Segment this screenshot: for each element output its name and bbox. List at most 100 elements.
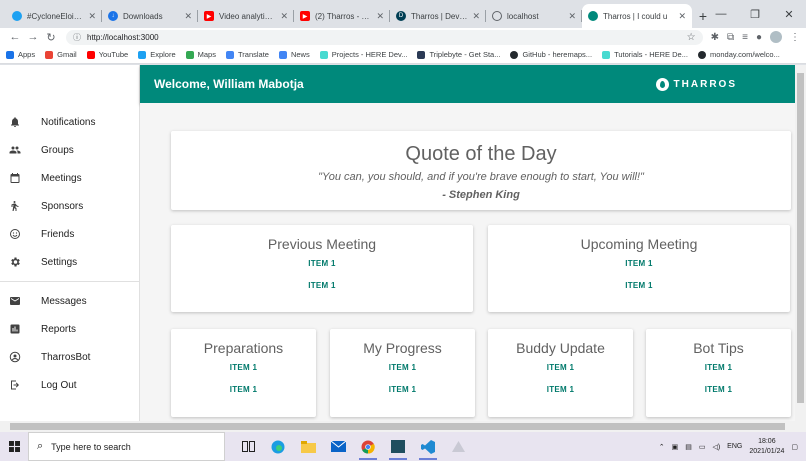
horizontal-scrollbar[interactable] <box>0 421 806 432</box>
browser-tab-active[interactable]: Tharros | I could u ✕ <box>582 4 692 28</box>
close-tab-icon[interactable]: ✕ <box>88 11 96 22</box>
close-tab-icon[interactable]: ✕ <box>568 11 576 22</box>
bookmark-item[interactable]: Apps <box>6 50 35 59</box>
star-icon[interactable]: ☆ <box>687 32 696 43</box>
card-item[interactable]: ITEM 1 <box>171 363 316 372</box>
card-item[interactable]: ITEM 1 <box>646 385 791 394</box>
sidebar-item-logout[interactable]: Log Out <box>0 371 139 399</box>
card-title: Preparations <box>203 340 284 356</box>
browser-tab[interactable]: #CycloneEloise - T✕ <box>6 4 102 28</box>
search-icon: ⌕ <box>37 440 44 452</box>
volume-icon[interactable]: ◁) <box>712 443 720 451</box>
youtube-icon: ▶ <box>300 11 310 21</box>
close-tab-icon[interactable]: ✕ <box>280 11 288 22</box>
bookmark-item[interactable]: GitHub - heremaps... <box>510 50 592 59</box>
card-item[interactable]: ITEM 1 <box>488 281 790 290</box>
mail-icon <box>9 295 21 307</box>
profile-avatar[interactable] <box>770 31 782 43</box>
back-icon[interactable]: ← <box>6 31 24 43</box>
bookmark-item[interactable]: News <box>278 50 310 59</box>
bookmark-item[interactable]: Gmail <box>45 50 77 59</box>
close-tab-icon[interactable]: ✕ <box>184 11 192 22</box>
taskbar-search[interactable]: ⌕ Type here to search <box>28 432 225 461</box>
sidebar-item-notifications[interactable]: Notifications <box>0 108 139 136</box>
card-item[interactable]: ITEM 1 <box>488 259 790 268</box>
close-tab-icon[interactable]: ✕ <box>376 11 384 22</box>
close-window-icon[interactable]: ✕ <box>772 0 806 28</box>
welcome-message: Welcome, William Mabotja <box>154 77 304 91</box>
card-item[interactable]: ITEM 1 <box>330 385 475 394</box>
twitter-icon <box>12 11 22 21</box>
info-icon[interactable]: ⓘ <box>73 32 81 43</box>
windows-start-icon[interactable] <box>0 432 28 461</box>
mail-icon[interactable] <box>323 432 353 461</box>
devpost-icon: D <box>396 11 406 21</box>
language-indicator[interactable]: ENG <box>727 443 742 450</box>
vscode-icon[interactable] <box>413 432 443 461</box>
sidebar-item-meetings[interactable]: Meetings <box>0 164 139 192</box>
card-item[interactable]: ITEM 1 <box>171 259 473 268</box>
card-item[interactable]: ITEM 1 <box>330 363 475 372</box>
minimize-icon[interactable]: — <box>704 0 738 28</box>
extensions-icon[interactable]: ✱ <box>711 32 719 43</box>
sidebar-item-reports[interactable]: Reports <box>0 315 139 343</box>
bookmark-item[interactable]: Tutorials - HERE De... <box>602 50 688 59</box>
sidebar-item-sponsors[interactable]: Sponsors <box>0 192 139 220</box>
browser-tab[interactable]: D Tharros | Devpost ✕ <box>390 4 486 28</box>
sidebar-item-settings[interactable]: Settings <box>0 248 139 276</box>
browser-tab[interactable]: ↓ Downloads ✕ <box>102 4 198 28</box>
network-icon[interactable]: ▤ <box>685 443 692 451</box>
tharros-drop-icon <box>655 78 669 91</box>
menu-icon[interactable]: ⋮ <box>790 32 800 43</box>
browser-tab[interactable]: ▶Video analytics - Y✕ <box>198 4 294 28</box>
reload-icon[interactable]: ↻ <box>42 31 60 44</box>
taskbar-clock[interactable]: 18:06 2021/01/24 <box>749 437 784 457</box>
maximize-icon[interactable]: ❐ <box>738 0 772 28</box>
task-view-icon[interactable] <box>233 432 263 461</box>
card-item[interactable]: ITEM 1 <box>488 385 633 394</box>
terminal-icon[interactable] <box>383 432 413 461</box>
card-item[interactable]: ITEM 1 <box>171 385 316 394</box>
bookmark-item[interactable]: Explore <box>138 50 176 59</box>
browser-tab[interactable]: localhost ✕ <box>486 4 582 28</box>
media-icon[interactable]: ≡ <box>742 32 748 43</box>
address-bar[interactable]: ⓘ http://localhost:3000 ☆ <box>66 29 703 45</box>
close-tab-icon[interactable]: ✕ <box>678 11 686 22</box>
bookmark-item[interactable]: Triplebyte - Get Sta... <box>417 50 500 59</box>
explorer-icon[interactable] <box>293 432 323 461</box>
card-item[interactable]: ITEM 1 <box>171 281 473 290</box>
mic-icon[interactable]: ● <box>756 32 762 43</box>
card-item[interactable]: ITEM 1 <box>488 363 633 372</box>
app-icon[interactable] <box>443 432 473 461</box>
bookmark-item[interactable]: Maps <box>185 50 216 59</box>
chrome-icon[interactable] <box>353 432 383 461</box>
vertical-scrollbar[interactable] <box>795 65 806 421</box>
bookmark-item[interactable]: monday.com/welco... <box>697 50 780 59</box>
translate-icon <box>225 50 234 59</box>
bookmark-item[interactable]: YouTube <box>86 50 128 59</box>
battery-icon[interactable]: ▭ <box>699 443 706 451</box>
bookmark-item[interactable]: Translate <box>225 50 269 59</box>
sidebar-item-messages[interactable]: Messages <box>0 287 139 315</box>
puzzle-icon[interactable]: ⧉ <box>727 32 734 43</box>
sidebar-item-friends[interactable]: Friends <box>0 220 139 248</box>
forward-icon[interactable]: → <box>24 31 42 43</box>
scrollbar-thumb[interactable] <box>797 73 804 403</box>
browser-tab[interactable]: ▶(2) Tharros - YaleC✕ <box>294 4 390 28</box>
tray-app-icon[interactable]: ▣ <box>672 443 679 451</box>
notification-center-icon[interactable]: ▢ <box>791 443 798 451</box>
sidebar-item-tharrosbot[interactable]: TharrosBot <box>0 343 139 371</box>
chevron-up-icon[interactable]: ⌃ <box>659 443 665 451</box>
buddy-update-card: Buddy Update ITEM 1 ITEM 1 <box>488 329 633 417</box>
scrollbar-thumb[interactable] <box>10 423 785 430</box>
url-text: http://localhost:3000 <box>87 32 159 42</box>
bookmark-item[interactable]: Projects - HERE Dev... <box>319 50 407 59</box>
close-tab-icon[interactable]: ✕ <box>472 11 480 22</box>
sponsor-icon <box>9 200 21 212</box>
card-title: My Progress <box>363 340 442 356</box>
card-item[interactable]: ITEM 1 <box>646 363 791 372</box>
edge-icon[interactable] <box>263 432 293 461</box>
quote-author: - Stephen King <box>442 189 520 201</box>
brand-logo[interactable]: THARROS <box>655 78 737 91</box>
sidebar-item-groups[interactable]: Groups <box>0 136 139 164</box>
